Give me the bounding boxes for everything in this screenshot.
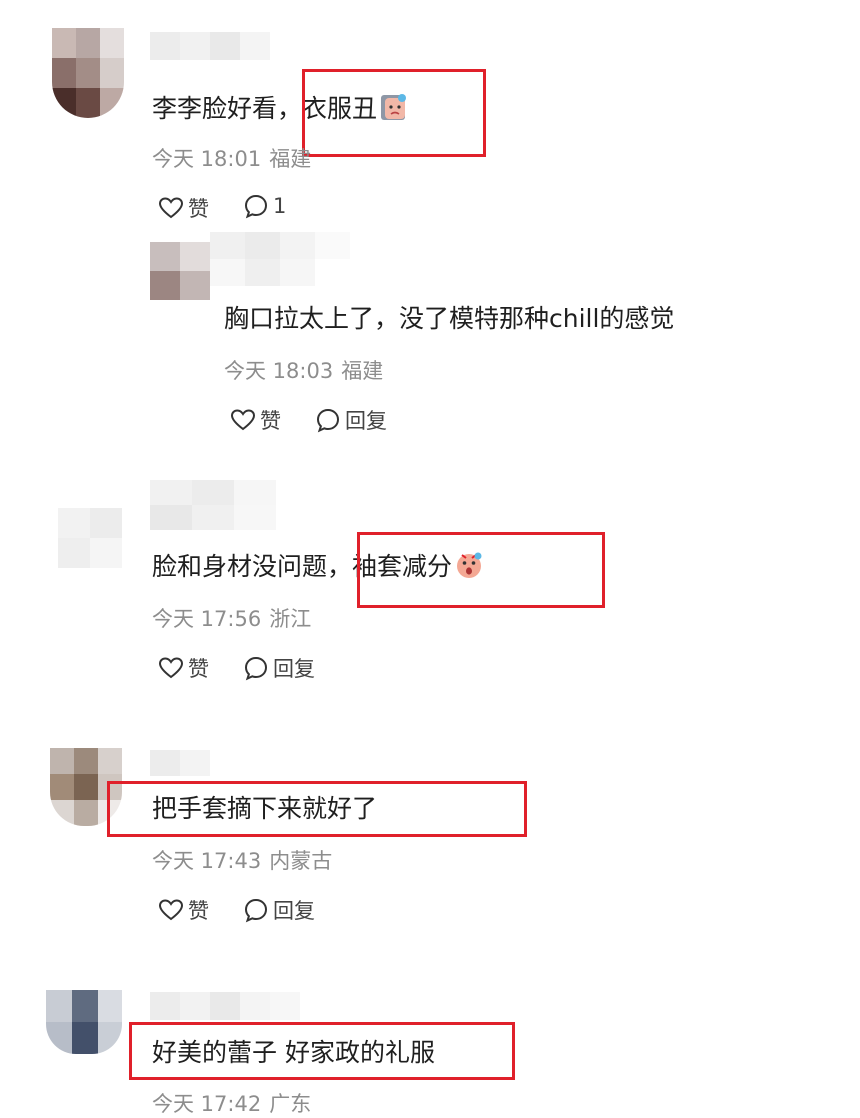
comment-meta: 今天 17:56 浙江 xyxy=(152,605,311,633)
avatar[interactable] xyxy=(58,508,122,568)
comment-location: 广东 xyxy=(269,1092,312,1116)
highlight-box xyxy=(129,1022,515,1080)
reply-count: 1 xyxy=(273,194,287,218)
comment-time: 今天 17:42 xyxy=(152,1092,262,1116)
comment-bubble-icon xyxy=(316,408,340,433)
comment-time: 今天 18:01 xyxy=(152,147,262,171)
heart-icon xyxy=(158,899,184,921)
username-blurred[interactable] xyxy=(150,992,300,1020)
comment-meta: 今天 18:03 福建 xyxy=(224,357,383,385)
heart-icon xyxy=(158,197,184,219)
heart-icon xyxy=(158,657,184,679)
like-button[interactable]: 赞 xyxy=(158,653,209,683)
comment-meta: 今天 18:01 福建 xyxy=(152,145,311,173)
comment-bubble-icon xyxy=(244,194,268,219)
username-blurred[interactable] xyxy=(150,750,210,776)
comment-location: 内蒙古 xyxy=(269,849,333,873)
comment-text: 胸口拉太上了，没了模特那种chill的感觉 xyxy=(224,304,675,333)
highlight-box xyxy=(357,532,605,608)
like-button[interactable]: 赞 xyxy=(158,193,209,223)
reply-button[interactable]: 1 xyxy=(243,193,286,219)
avatar[interactable] xyxy=(46,990,122,1054)
comment-location: 浙江 xyxy=(269,607,312,631)
highlight-box xyxy=(107,781,527,837)
comment-meta: 今天 17:42 广东 xyxy=(152,1090,311,1118)
comment-time: 今天 17:43 xyxy=(152,849,262,873)
heart-icon xyxy=(230,409,256,431)
like-button[interactable]: 赞 xyxy=(230,405,281,435)
reply-button[interactable]: 回复 xyxy=(243,653,315,683)
comment-location: 福建 xyxy=(269,147,312,171)
avatar[interactable] xyxy=(150,242,210,300)
comment-meta: 今天 17:43 内蒙古 xyxy=(152,847,332,875)
comment-location: 福建 xyxy=(341,359,384,383)
username-blurred[interactable] xyxy=(150,480,276,530)
username-blurred[interactable] xyxy=(210,232,350,286)
highlight-box xyxy=(302,69,486,157)
reply-button[interactable]: 回复 xyxy=(243,895,315,925)
comment-bubble-icon xyxy=(244,898,268,923)
comment-time: 今天 18:03 xyxy=(224,359,334,383)
reply-button[interactable]: 回复 xyxy=(315,405,387,435)
like-button[interactable]: 赞 xyxy=(158,895,209,925)
username-blurred[interactable] xyxy=(150,32,270,60)
avatar[interactable] xyxy=(52,28,124,118)
comment-bubble-icon xyxy=(244,656,268,681)
comment-time: 今天 17:56 xyxy=(152,607,262,631)
